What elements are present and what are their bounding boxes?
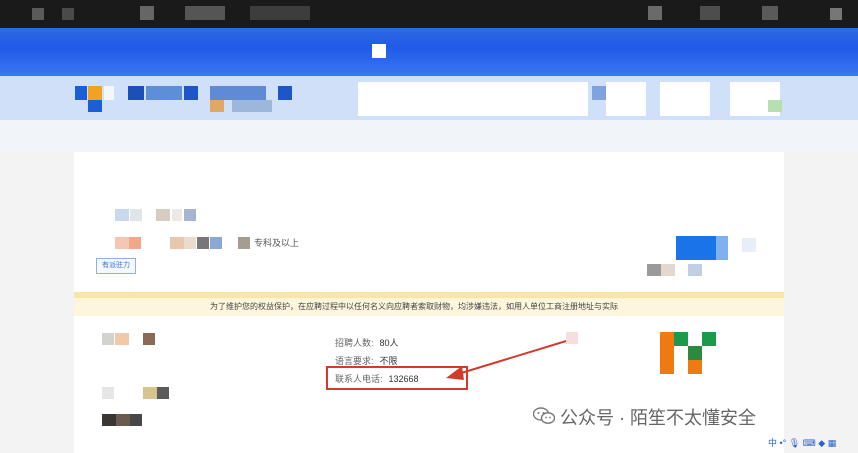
- field-label: 语言要求:: [335, 356, 374, 366]
- qr-code-blurred-4: [660, 346, 674, 360]
- job-title-blurred-2: [130, 209, 142, 221]
- page-gutter-left: [0, 152, 74, 453]
- job-title-blurred-5: [184, 209, 196, 221]
- grid-icon[interactable]: ▦: [828, 438, 837, 448]
- keyboard-icon[interactable]: ⌨: [803, 438, 816, 448]
- site-header: [0, 28, 858, 76]
- microphone-icon[interactable]: 🎙: [789, 438, 800, 448]
- skin-icon[interactable]: ◆: [818, 438, 825, 448]
- qr-code-blurred-6: [660, 360, 674, 374]
- company-type-blurred-3: [130, 414, 142, 426]
- job-title-blurred: [115, 209, 129, 221]
- page-gutter-right: [784, 152, 858, 453]
- company-type-blurred-2: [116, 414, 130, 426]
- salary-blurred-2: [129, 237, 141, 249]
- site-nav: [0, 76, 858, 120]
- company-logo-blurred-3: [143, 333, 155, 345]
- share-blurred-3: [688, 264, 702, 276]
- ime-tray[interactable]: 中 •° 🎙 ⌨ ◆ ▦: [768, 436, 858, 450]
- qr-code-blurred-2: [674, 332, 688, 346]
- company-type-blurred: [102, 414, 116, 426]
- apply-button-edge: [716, 236, 728, 260]
- favorite-button[interactable]: [742, 238, 756, 252]
- ime-punct-icon[interactable]: •°: [780, 438, 787, 448]
- qr-code-blurred-7: [688, 360, 702, 374]
- education-requirement: 专科及以上: [254, 238, 300, 248]
- tag-blurred-5: [238, 237, 250, 249]
- field-value: 80人: [379, 338, 399, 348]
- tag-blurred-4: [210, 237, 222, 249]
- tag-blurred-3: [197, 237, 209, 249]
- qr-code-blurred-5: [688, 346, 702, 360]
- wechat-icon: [533, 407, 555, 424]
- company-name-blurred-2: [143, 387, 157, 399]
- share-blurred-2: [661, 264, 675, 276]
- company-name-blurred: [102, 387, 114, 399]
- nav-shadow: [0, 120, 858, 152]
- job-title-blurred-3: [156, 209, 170, 221]
- field-value: 不限: [379, 356, 398, 366]
- salary-blurred: [115, 237, 129, 249]
- field-label: 招聘人数:: [335, 338, 374, 348]
- tag-blurred-2: [184, 237, 196, 249]
- ime-chinese-icon[interactable]: 中: [768, 438, 777, 448]
- fraud-warning-notice: 为了维护您的权益保护，在应聘过程中以任何名义向应聘者索取财物，均涉嫌违法，如用人…: [74, 292, 784, 316]
- browser-top-bar: [0, 0, 858, 28]
- watermark-text: 公众号 · 陌笙不太懂安全: [560, 408, 756, 428]
- info-field-headcount: 招聘人数: 80人: [335, 336, 399, 349]
- company-logo-blurred-2: [115, 333, 129, 345]
- company-tag[interactable]: 有派驻力: [96, 258, 136, 274]
- qr-code-blurred: [660, 332, 674, 346]
- apply-button[interactable]: [676, 236, 716, 260]
- qr-code-blurred-3: [702, 332, 716, 346]
- arrow-origin-blurred: [566, 332, 578, 344]
- notice-text: 为了维护您的权益保护，在应聘过程中以任何名义向应聘者索取财物，均涉嫌违法，如用人…: [210, 302, 618, 311]
- tag-blurred: [170, 237, 184, 249]
- share-blurred: [647, 264, 661, 276]
- company-name-blurred-3: [157, 387, 169, 399]
- annotation-arrow-icon: [446, 337, 577, 380]
- job-title-blurred-4: [172, 209, 182, 221]
- company-logo-blurred: [102, 333, 114, 345]
